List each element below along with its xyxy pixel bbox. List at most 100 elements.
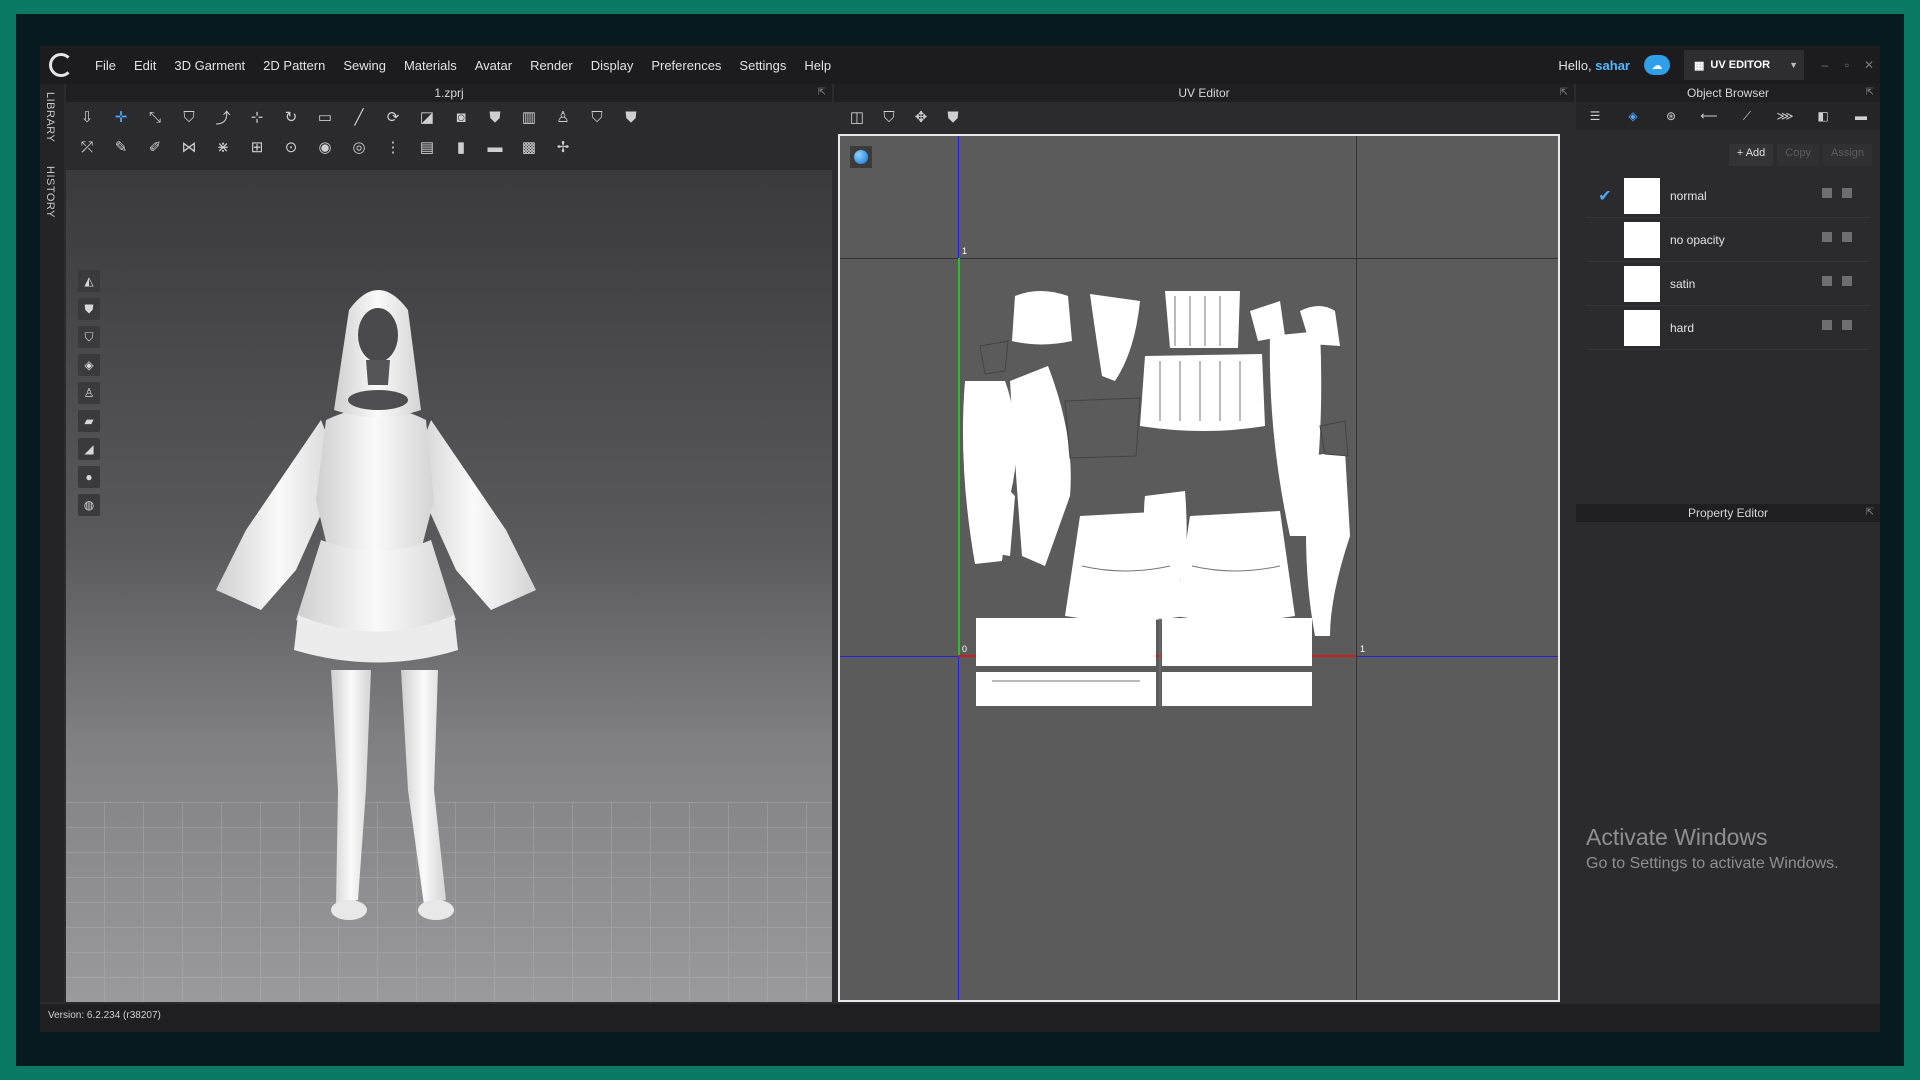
panel-icon[interactable]: ▮ bbox=[450, 136, 472, 158]
arrange-icon[interactable]: ▭ bbox=[314, 106, 336, 128]
uv-move-icon[interactable]: ✥ bbox=[910, 106, 932, 128]
uv-canvas[interactable]: 1 0 1 bbox=[838, 134, 1560, 1002]
avatar-icon[interactable]: ◙ bbox=[450, 106, 472, 128]
measure-icon[interactable]: ✢ bbox=[552, 136, 574, 158]
material-swatch[interactable] bbox=[1624, 221, 1660, 258]
menu-render[interactable]: Render bbox=[521, 58, 582, 73]
button-icon[interactable]: ⊙ bbox=[280, 136, 302, 158]
sew-icon[interactable]: ⤱ bbox=[76, 136, 98, 158]
app-logo-icon[interactable] bbox=[44, 48, 78, 82]
popout-icon[interactable]: ⇱ bbox=[1560, 84, 1568, 102]
avatar-figure bbox=[216, 290, 536, 920]
uv-scale-icon[interactable]: ⛊ bbox=[942, 106, 964, 128]
object-browser-tabs: ☰ ◈ ⊛ ⟵ ⟋ ⋙ ◧ ▬ bbox=[1576, 102, 1880, 130]
edit-tab-icon[interactable]: ⟋ bbox=[1728, 102, 1766, 130]
shirt-back-icon[interactable]: ⛊ bbox=[620, 106, 642, 128]
delete-icon[interactable] bbox=[1842, 320, 1852, 330]
menu-help[interactable]: Help bbox=[795, 58, 840, 73]
tape-icon[interactable]: ◪ bbox=[416, 106, 438, 128]
fabric-tab-icon[interactable]: ◈ bbox=[1614, 102, 1652, 130]
fabric-icon[interactable]: ▤ bbox=[416, 136, 438, 158]
zipper-tab-icon[interactable]: ⋙ bbox=[1766, 102, 1804, 130]
duplicate-icon[interactable] bbox=[1822, 188, 1832, 198]
delete-icon[interactable] bbox=[1842, 276, 1852, 286]
popout-icon[interactable]: ⇱ bbox=[1866, 84, 1874, 102]
object-browser-actions: + Add Copy Assign bbox=[1576, 144, 1880, 166]
material-swatch[interactable] bbox=[1624, 309, 1660, 346]
edit-line-icon[interactable]: ╱ bbox=[348, 106, 370, 128]
uv-editor-title-bar: UV Editor ⇱ bbox=[834, 84, 1574, 102]
object-browser-title: Object Browser bbox=[1686, 86, 1770, 100]
pen-icon[interactable]: ✎ bbox=[110, 136, 132, 158]
list-view-icon[interactable]: ☰ bbox=[1576, 102, 1614, 130]
knit-icon[interactable]: ⋇ bbox=[212, 136, 234, 158]
list-item[interactable]: hard bbox=[1586, 306, 1870, 350]
cloud-sync-icon[interactable]: ☁ bbox=[1644, 55, 1670, 75]
minimize-icon[interactable]: – bbox=[1814, 58, 1836, 72]
transform-icon[interactable]: ✛ bbox=[110, 106, 132, 128]
duplicate-icon[interactable] bbox=[1822, 232, 1832, 242]
select-move-icon[interactable]: ⇩ bbox=[76, 106, 98, 128]
list-item[interactable]: no opacity bbox=[1586, 218, 1870, 262]
jacket-icon[interactable]: ▥ bbox=[518, 106, 540, 128]
copy-button[interactable]: Copy bbox=[1777, 144, 1819, 166]
button-set-icon[interactable]: ◉ bbox=[314, 136, 336, 158]
viewport-3d[interactable]: ◭ ⛊ ⛉ ◈ ♙ ▰ ◢ ● ◍ bbox=[66, 170, 832, 1002]
duplicate-icon[interactable] bbox=[1822, 276, 1832, 286]
uv-snapshot-icon[interactable]: ◫ bbox=[846, 106, 868, 128]
user-name[interactable]: sahar bbox=[1595, 58, 1630, 73]
uv-editor-mode-icon: ▦ bbox=[1694, 59, 1705, 72]
menu-3d-garment[interactable]: 3D Garment bbox=[165, 58, 254, 73]
menu-sewing[interactable]: Sewing bbox=[334, 58, 395, 73]
tuck-icon[interactable]: ⋈ bbox=[178, 136, 200, 158]
object-browser-title-bar: Object Browser ⇱ bbox=[1576, 84, 1880, 102]
figure-icon[interactable]: ♙ bbox=[552, 106, 574, 128]
duplicate-icon[interactable] bbox=[1822, 320, 1832, 330]
menu-avatar[interactable]: Avatar bbox=[466, 58, 521, 73]
fold-icon[interactable]: ⤴ bbox=[212, 106, 234, 128]
popout-icon[interactable]: ⇱ bbox=[818, 84, 826, 102]
pin-icon[interactable]: ⊹ bbox=[246, 106, 268, 128]
tab-history[interactable]: HISTORY bbox=[44, 166, 56, 218]
shirt-flip-icon[interactable]: ⛉ bbox=[586, 106, 608, 128]
close-icon[interactable]: ✕ bbox=[1858, 58, 1880, 72]
button-tab-icon[interactable]: ⊛ bbox=[1652, 102, 1690, 130]
menu-file[interactable]: File bbox=[86, 58, 125, 73]
shirt-icon[interactable]: ⛊ bbox=[484, 106, 506, 128]
assign-button[interactable]: Assign bbox=[1822, 144, 1872, 166]
trims-tab-icon[interactable]: ◧ bbox=[1804, 102, 1842, 130]
list-item[interactable]: ✔ normal bbox=[1586, 174, 1870, 218]
add-button[interactable]: + Add bbox=[1728, 144, 1774, 166]
mode-selector[interactable]: ▦ UV EDITOR ▼ bbox=[1684, 50, 1804, 80]
menu-display[interactable]: Display bbox=[582, 58, 643, 73]
topstitch-tab-icon[interactable]: ⟵ bbox=[1690, 102, 1728, 130]
menu-preferences[interactable]: Preferences bbox=[642, 58, 730, 73]
brush-icon[interactable]: ✐ bbox=[144, 136, 166, 158]
more-tab-icon[interactable]: ▬ bbox=[1842, 102, 1880, 130]
menu-materials[interactable]: Materials bbox=[395, 58, 466, 73]
pattern-icon[interactable]: ⊞ bbox=[246, 136, 268, 158]
tab-library[interactable]: LIBRARY bbox=[44, 92, 56, 142]
version-label: Version: 6.2.234 (r38207) bbox=[48, 1010, 161, 1021]
select-mesh-icon[interactable]: ⤡ bbox=[144, 106, 166, 128]
menu-2d-pattern[interactable]: 2D Pattern bbox=[254, 58, 334, 73]
popout-icon[interactable]: ⇱ bbox=[1866, 504, 1874, 522]
trim-icon[interactable]: ▬ bbox=[484, 136, 506, 158]
sewing-icon[interactable]: ⟳ bbox=[382, 106, 404, 128]
delete-icon[interactable] bbox=[1842, 188, 1852, 198]
material-swatch[interactable] bbox=[1624, 177, 1660, 214]
menu-settings[interactable]: Settings bbox=[730, 58, 795, 73]
list-item[interactable]: satin bbox=[1586, 262, 1870, 306]
rotate-icon[interactable]: ↻ bbox=[280, 106, 302, 128]
material-swatch[interactable] bbox=[1624, 265, 1660, 302]
restore-icon[interactable]: ▫ bbox=[1836, 58, 1858, 72]
garment-icon[interactable]: ⛉ bbox=[178, 106, 200, 128]
uv-select-icon[interactable]: ⛉ bbox=[878, 106, 900, 128]
menu-edit[interactable]: Edit bbox=[125, 58, 165, 73]
buttonhole-icon[interactable]: ◎ bbox=[348, 136, 370, 158]
zipper-icon[interactable]: ⋮ bbox=[382, 136, 404, 158]
panel-3d-view: 1.zprj ⇱ ⇩ ✛ ⤡ ⛉ ⤴ ⊹ ↻ ▭ ╱ ⟳ ◪ ◙ ⛊ ▥ ♙ ⛉… bbox=[66, 84, 832, 1002]
delete-icon[interactable] bbox=[1842, 232, 1852, 242]
uv-toolbar: ◫ ⛉ ✥ ⛊ bbox=[834, 102, 1574, 132]
graphic-icon[interactable]: ▩ bbox=[518, 136, 540, 158]
